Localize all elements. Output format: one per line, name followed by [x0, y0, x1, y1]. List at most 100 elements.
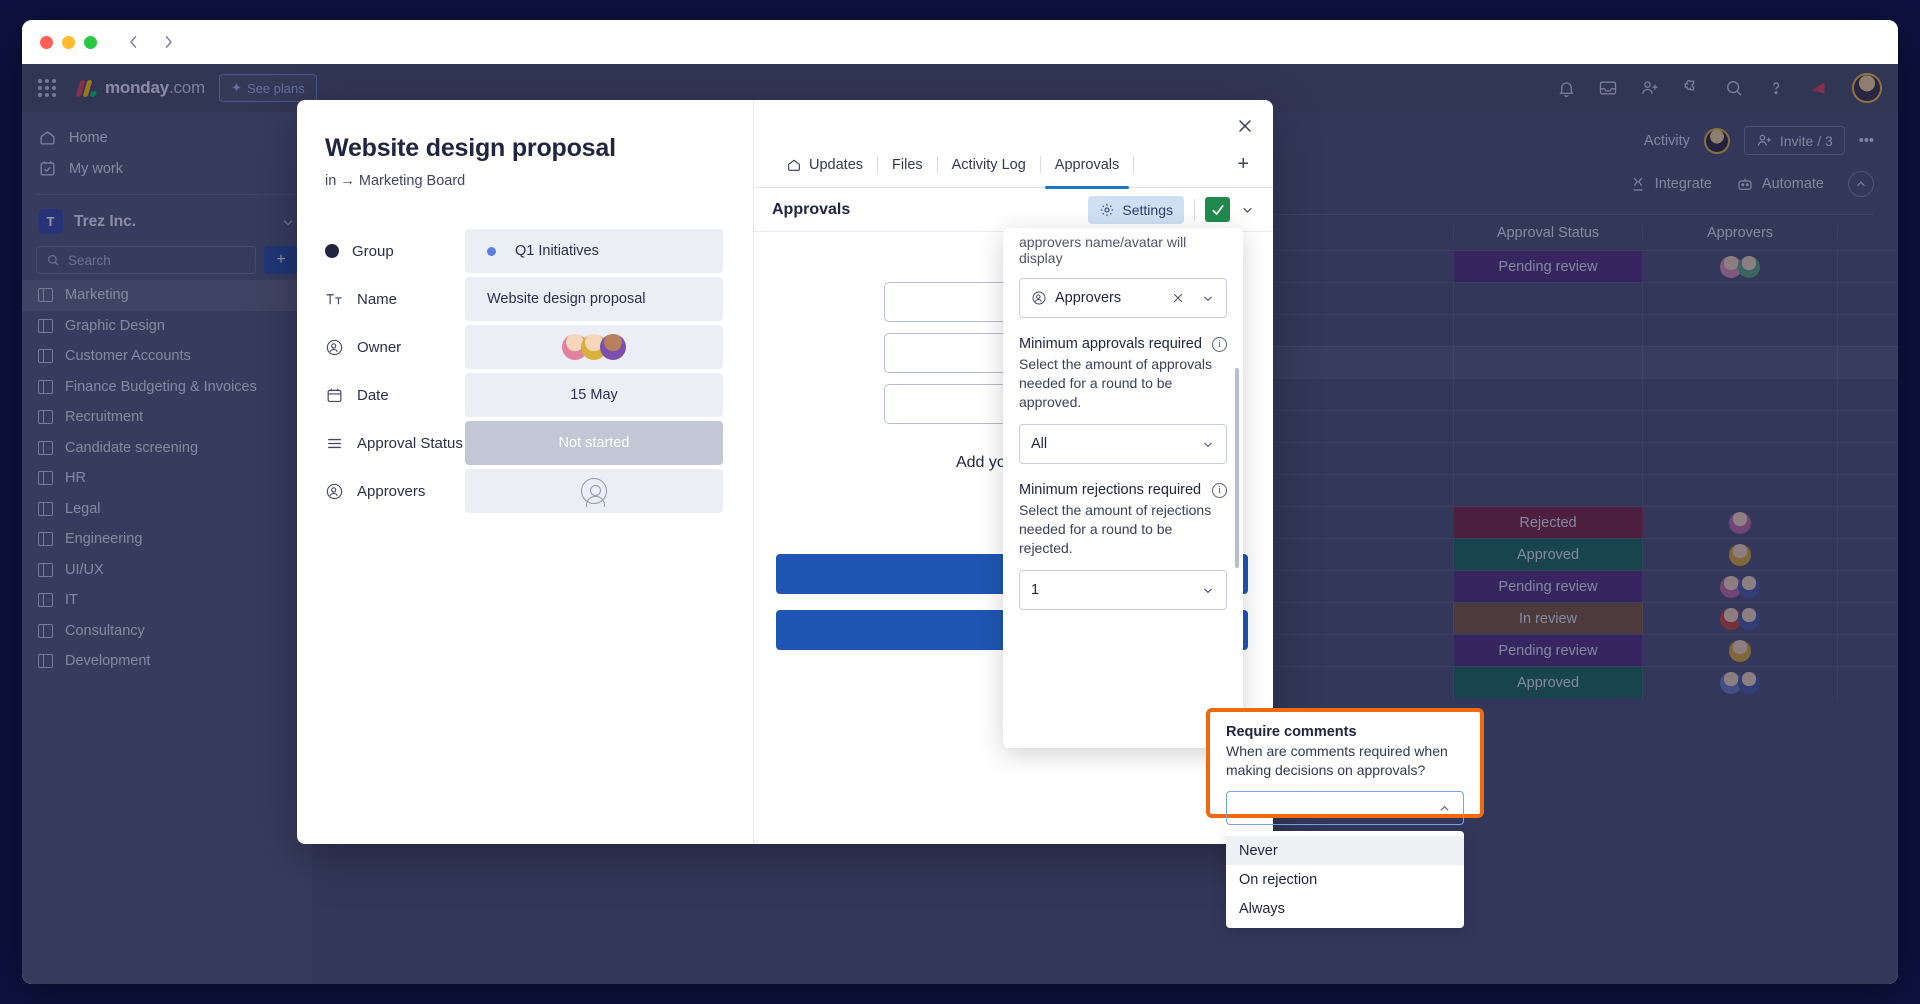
tab-label: Updates	[809, 157, 863, 173]
field-label-date: Date	[325, 386, 465, 405]
tab-label: Files	[892, 157, 923, 173]
close-window-button[interactable]	[40, 36, 53, 49]
breadcrumb-board: Marketing Board	[359, 173, 465, 189]
breadcrumb-prefix: in	[325, 173, 336, 189]
minimize-window-button[interactable]	[62, 36, 75, 49]
browser-nav	[125, 33, 177, 51]
tab-updates[interactable]: Updates	[772, 142, 877, 188]
toolbar-divider	[1194, 199, 1195, 221]
arrow-icon: →	[340, 173, 355, 189]
field-owner: Owner	[325, 325, 723, 369]
field-name: Name Website design proposal	[325, 277, 723, 321]
tab-divider	[1133, 156, 1134, 173]
dialog-right-pane: Updates Files Activity Log Approvals	[753, 100, 1273, 844]
approvers-select[interactable]: Approvers	[1019, 278, 1227, 318]
group-color-dot-icon	[487, 247, 496, 256]
settings-button[interactable]: Settings	[1088, 196, 1184, 224]
popover-scrolled-text: approvers name/avatar will display	[1019, 234, 1227, 266]
person-icon	[1031, 290, 1047, 306]
person-icon	[325, 482, 344, 501]
settings-label: Settings	[1122, 202, 1173, 218]
item-detail-dialog: Website design proposal in → Marketing B…	[297, 100, 1273, 844]
forward-arrow-icon[interactable]	[159, 33, 177, 51]
field-value-date[interactable]: 15 May	[465, 373, 723, 417]
avatar	[600, 334, 626, 360]
add-tab-button[interactable]: +	[1237, 153, 1255, 176]
field-approval-status: Approval Status Not started	[325, 421, 723, 465]
chevron-down-icon[interactable]	[1240, 202, 1255, 217]
field-value-text: Website design proposal	[487, 291, 646, 307]
field-list: Group Q1 Initiatives	[325, 229, 723, 513]
tab-activity-log[interactable]: Activity Log	[938, 142, 1040, 188]
chevron-down-icon[interactable]	[1201, 583, 1215, 597]
screen: monday.com ✦ See plans	[0, 0, 1920, 1004]
field-value-group[interactable]: Q1 Initiatives	[465, 229, 723, 273]
field-value-text: Q1 Initiatives	[515, 243, 599, 259]
green-check-icon[interactable]	[1205, 197, 1230, 222]
field-value-owner[interactable]	[465, 325, 723, 369]
back-arrow-icon[interactable]	[125, 33, 143, 51]
field-value-text: Not started	[559, 435, 630, 451]
field-label-text: Approvers	[357, 483, 425, 500]
section-title: Approvals	[772, 201, 850, 219]
field-label-approval-status: Approval Status	[325, 434, 465, 453]
group-dot-icon	[325, 244, 339, 258]
require-comments-description: When are comments required when making d…	[1226, 742, 1464, 780]
min-rejections-label: Minimum rejections required	[1019, 482, 1201, 498]
min-rejections-label-row: Minimum rejections required i	[1019, 482, 1227, 498]
chevron-down-icon[interactable]	[1201, 291, 1215, 305]
require-comments-options-menu: Never On rejection Always	[1226, 831, 1464, 928]
popover-scrollbar[interactable]	[1235, 368, 1239, 568]
tab-approvals[interactable]: Approvals	[1041, 142, 1133, 188]
field-value-text: 15 May	[570, 387, 618, 403]
option-on-rejection[interactable]: On rejection	[1226, 865, 1464, 894]
field-label-owner: Owner	[325, 338, 465, 357]
chevron-up-icon[interactable]	[1437, 801, 1452, 816]
clear-selection-icon[interactable]	[1171, 291, 1185, 305]
tab-bar: Updates Files Activity Log Approvals	[754, 142, 1273, 188]
info-icon[interactable]: i	[1212, 337, 1227, 352]
calendar-icon	[325, 386, 344, 405]
traffic-lights	[40, 36, 97, 49]
require-comments-card: Require comments When are comments requi…	[1206, 708, 1484, 818]
field-group: Group Q1 Initiatives	[325, 229, 723, 273]
field-value-name[interactable]: Website design proposal	[465, 277, 723, 321]
min-approvals-description: Select the amount of approvals needed fo…	[1019, 355, 1227, 412]
status-badge[interactable]: Not started	[465, 421, 723, 465]
field-label-text: Approval Status	[357, 435, 463, 452]
min-rejections-description: Select the amount of rejections needed f…	[1019, 501, 1227, 558]
status-lines-icon	[325, 434, 344, 453]
field-label-name: Name	[325, 290, 465, 309]
browser-window: monday.com ✦ See plans	[22, 20, 1898, 984]
tab-files[interactable]: Files	[878, 142, 937, 188]
gear-icon	[1099, 202, 1115, 218]
breadcrumb: in → Marketing Board	[325, 173, 723, 189]
person-icon	[325, 338, 344, 357]
require-comments-label: Require comments	[1226, 724, 1464, 740]
approvers-select-value: Approvers	[1055, 290, 1163, 306]
min-approvals-value: All	[1031, 436, 1193, 452]
browser-titlebar	[22, 20, 1898, 64]
tab-label: Approvals	[1055, 157, 1119, 173]
field-label-text: Name	[357, 291, 397, 308]
min-approvals-label-row: Minimum approvals required i	[1019, 336, 1227, 352]
empty-avatar-icon	[581, 478, 607, 504]
option-never[interactable]: Never	[1226, 836, 1464, 865]
require-comments-select[interactable]	[1226, 791, 1464, 825]
approvals-body: Add your approvers name/avatar will disp…	[754, 232, 1273, 786]
min-rejections-select[interactable]: 1	[1019, 570, 1227, 610]
min-approvals-select[interactable]: All	[1019, 424, 1227, 464]
dialog-left-pane: Website design proposal in → Marketing B…	[297, 100, 753, 844]
zoom-window-button[interactable]	[84, 36, 97, 49]
page-title: Website design proposal	[325, 134, 723, 163]
field-approvers: Approvers	[325, 469, 723, 513]
monday-app: monday.com ✦ See plans	[22, 64, 1898, 984]
chevron-down-icon[interactable]	[1201, 437, 1215, 451]
info-icon[interactable]: i	[1212, 483, 1227, 498]
option-always[interactable]: Always	[1226, 894, 1464, 923]
home-icon	[786, 157, 802, 173]
field-label-text: Group	[352, 243, 394, 260]
min-rejections-value: 1	[1031, 582, 1193, 598]
field-value-approvers[interactable]	[465, 469, 723, 513]
close-icon[interactable]	[1235, 116, 1255, 136]
